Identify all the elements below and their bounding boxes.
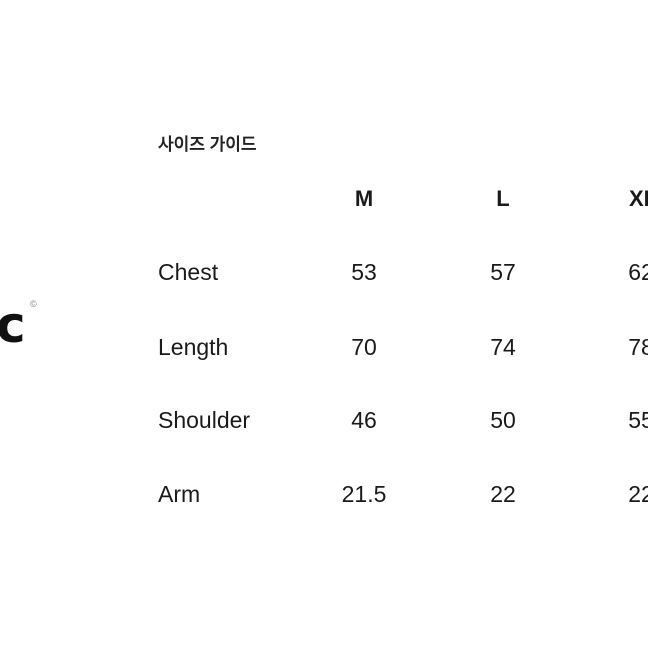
table-cell: 55 xyxy=(628,407,648,433)
table-cell: 62 xyxy=(628,259,648,285)
table-cell: 70 xyxy=(351,334,377,360)
table-cell: 57 xyxy=(490,259,516,285)
table-cell: 50 xyxy=(490,407,516,433)
copyright-mark: © xyxy=(30,299,37,309)
column-header-l: L xyxy=(496,186,510,211)
table-cell: 22 xyxy=(490,481,516,507)
table-cell: 53 xyxy=(351,259,377,285)
row-label-arm: Arm xyxy=(158,481,201,507)
column-header-xl: XL xyxy=(628,186,648,211)
row-label-shoulder: Shoulder xyxy=(158,407,251,433)
row-label-chest: Chest xyxy=(158,259,219,285)
table-cell: 74 xyxy=(490,334,516,360)
row-label-length: Length xyxy=(158,334,229,360)
column-header-m: M xyxy=(354,186,374,211)
brand-logo: c xyxy=(0,296,26,354)
table-cell: 21.5 xyxy=(341,481,387,507)
table-cell: 22 xyxy=(628,481,648,507)
table-cell: 78 xyxy=(628,334,648,360)
table-cell: 46 xyxy=(351,407,377,433)
size-guide-title: 사이즈 가이드 xyxy=(158,135,257,154)
